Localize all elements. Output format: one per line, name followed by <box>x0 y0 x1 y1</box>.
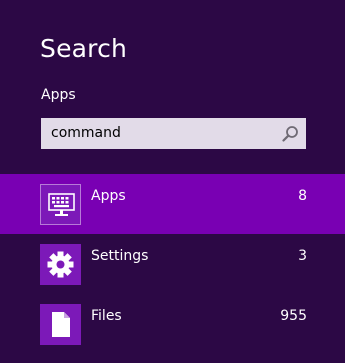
search-input[interactable]: command <box>41 118 306 149</box>
keyboard-display-icon <box>40 184 81 225</box>
search-icon[interactable] <box>282 125 299 142</box>
result-apps-label: Apps <box>91 188 126 204</box>
result-apps[interactable]: Apps 8 <box>0 174 345 234</box>
result-apps-count: 8 <box>298 188 307 204</box>
document-icon <box>40 304 81 345</box>
result-files-count: 955 <box>280 308 307 324</box>
result-settings[interactable]: Settings 3 <box>0 234 345 294</box>
result-settings-label: Settings <box>91 248 149 264</box>
result-files[interactable]: Files 955 <box>0 294 345 354</box>
result-files-label: Files <box>91 308 122 324</box>
search-query-text[interactable]: command <box>51 125 121 141</box>
search-charm-title: Search <box>40 34 128 63</box>
search-scope-label[interactable]: Apps <box>41 87 76 103</box>
result-settings-count: 3 <box>298 248 307 264</box>
gear-icon <box>40 244 81 285</box>
